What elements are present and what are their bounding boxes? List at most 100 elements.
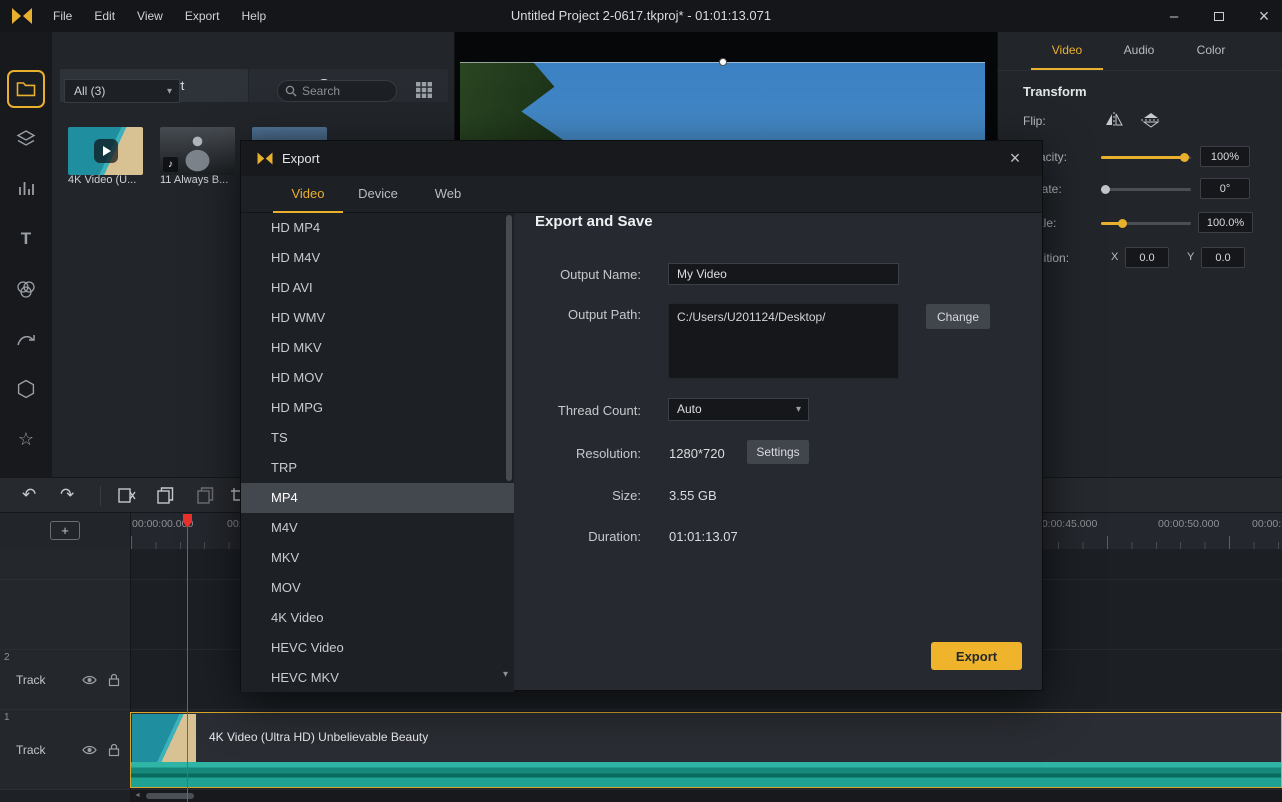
format-item[interactable]: M4V [241, 513, 514, 543]
eye-icon[interactable] [82, 674, 97, 685]
output-path-label: Output Path: [491, 307, 641, 322]
format-item[interactable]: HD MP4 [241, 213, 514, 243]
media-item-video[interactable] [68, 127, 143, 175]
playhead-line[interactable] [187, 514, 188, 802]
dialog-tab-video[interactable]: Video [273, 176, 343, 213]
maximize-button[interactable] [1201, 0, 1237, 32]
menu-view[interactable]: View [126, 0, 174, 32]
export-dialog: Export × Video Device Web HD MP4 HD M4V … [240, 140, 1043, 691]
eye-icon[interactable] [82, 744, 97, 755]
divider [998, 70, 1282, 71]
rotate-knob[interactable] [1101, 185, 1110, 194]
sidebar-item-filters[interactable] [14, 377, 38, 401]
section-title: Transform [1023, 84, 1087, 99]
tab-video[interactable]: Video [1031, 32, 1103, 70]
scroll-down-icon[interactable]: ▾ [503, 669, 508, 680]
text-tool-icon: T [21, 229, 31, 249]
dialog-title: Export [282, 151, 320, 166]
track-header-2: 2 Track [0, 650, 130, 710]
y-label: Y [1187, 251, 1194, 263]
format-item[interactable]: HD MOV [241, 363, 514, 393]
format-item[interactable]: HD MPG [241, 393, 514, 423]
scale-knob[interactable] [1118, 219, 1127, 228]
sidebar-item-transitions[interactable] [14, 277, 38, 301]
flip-horizontal-icon[interactable] [1104, 112, 1124, 127]
maximize-icon [1214, 12, 1224, 21]
format-list-scrollbar-thumb[interactable] [506, 215, 512, 481]
track-number: 1 [4, 712, 10, 723]
redo-button[interactable]: ↷ [60, 485, 74, 505]
app-logo-icon [10, 6, 34, 26]
timeline-clip[interactable]: 4K Video (Ultra HD) Unbelievable Beauty [130, 712, 1282, 788]
lock-icon[interactable] [108, 743, 120, 756]
tab-audio[interactable]: Audio [1103, 32, 1175, 70]
format-item[interactable]: HD AVI [241, 273, 514, 303]
change-path-button[interactable]: Change [926, 304, 990, 329]
thread-count-dropdown[interactable]: Auto ▾ [668, 398, 809, 421]
paste-button[interactable] [197, 487, 214, 504]
dialog-close-icon[interactable]: × [1000, 141, 1030, 176]
rotate-slider[interactable] [1101, 188, 1191, 191]
sidebar-item-effects[interactable]: ☆ [14, 427, 38, 451]
lock-icon[interactable] [108, 673, 120, 686]
format-item[interactable]: HD WMV [241, 303, 514, 333]
format-item[interactable]: 4K Video [241, 603, 514, 633]
dialog-titlebar: Export × [241, 141, 1042, 176]
menu-edit[interactable]: Edit [83, 0, 126, 32]
track-number: 2 [4, 652, 10, 663]
menu-help[interactable]: Help [231, 0, 278, 32]
flip-vertical-icon[interactable] [1141, 112, 1161, 128]
sidebar-item-stock[interactable] [14, 127, 38, 151]
chevron-down-icon: ▾ [167, 80, 172, 104]
format-item[interactable]: HEVC MKV [241, 663, 514, 692]
output-name-input[interactable] [668, 263, 899, 285]
track-header-empty [0, 549, 130, 580]
dialog-tab-web[interactable]: Web [413, 176, 483, 213]
size-label: Size: [491, 488, 641, 503]
format-item-selected[interactable]: MP4 [241, 483, 514, 513]
output-path-box[interactable]: C:/Users/U201124/Desktop/ [668, 303, 899, 379]
format-item[interactable]: HD MKV [241, 333, 514, 363]
sidebar-item-text[interactable]: T [14, 227, 38, 251]
circles-icon [16, 280, 36, 298]
dialog-tab-device[interactable]: Device [343, 176, 413, 213]
sidebar-item-behaviors[interactable] [14, 327, 38, 351]
resolution-settings-button[interactable]: Settings [747, 440, 809, 464]
resize-handle[interactable] [719, 58, 727, 66]
opacity-value[interactable]: 100% [1200, 146, 1250, 167]
scale-slider[interactable] [1101, 222, 1191, 225]
media-item-audio[interactable]: ♪ [160, 127, 235, 175]
rotate-value[interactable]: 0° [1200, 178, 1250, 199]
sidebar-item-media[interactable] [7, 70, 45, 108]
copy-button[interactable] [157, 487, 174, 504]
horizontal-scrollbar[interactable]: ◄ [130, 790, 1282, 802]
duration-value: 01:01:13.07 [669, 529, 738, 544]
add-track-button[interactable]: + [50, 521, 80, 540]
format-item[interactable]: TS [241, 423, 514, 453]
format-item[interactable]: TRP [241, 453, 514, 483]
position-y-value[interactable]: 0.0 [1201, 247, 1245, 268]
search-input[interactable] [302, 84, 382, 98]
dialog-export-button[interactable]: Export [931, 642, 1022, 670]
close-button[interactable]: × [1246, 0, 1282, 32]
position-x-value[interactable]: 0.0 [1125, 247, 1169, 268]
sidebar-item-audio[interactable] [14, 177, 38, 201]
tab-color[interactable]: Color [1175, 32, 1247, 70]
undo-button[interactable]: ↶ [22, 485, 36, 505]
split-delete-button[interactable] [118, 487, 136, 504]
minimize-button[interactable]: – [1156, 0, 1192, 32]
grid-view-icon[interactable] [414, 80, 434, 100]
opacity-knob[interactable] [1180, 153, 1189, 162]
format-item[interactable]: MKV [241, 543, 514, 573]
media-filter-dropdown[interactable]: All (3) ▾ [64, 79, 180, 103]
opacity-slider[interactable] [1101, 156, 1191, 159]
format-item[interactable]: HD M4V [241, 243, 514, 273]
format-item[interactable]: MOV [241, 573, 514, 603]
titlebar: File Edit View Export Help Untitled Proj… [0, 0, 1282, 32]
scale-value[interactable]: 100.0% [1198, 212, 1253, 233]
scroll-left-arrow[interactable]: ◄ [134, 792, 141, 799]
format-item[interactable]: HEVC Video [241, 633, 514, 663]
menu-file[interactable]: File [42, 0, 83, 32]
hexagon-icon [16, 379, 36, 399]
menu-export[interactable]: Export [174, 0, 231, 32]
